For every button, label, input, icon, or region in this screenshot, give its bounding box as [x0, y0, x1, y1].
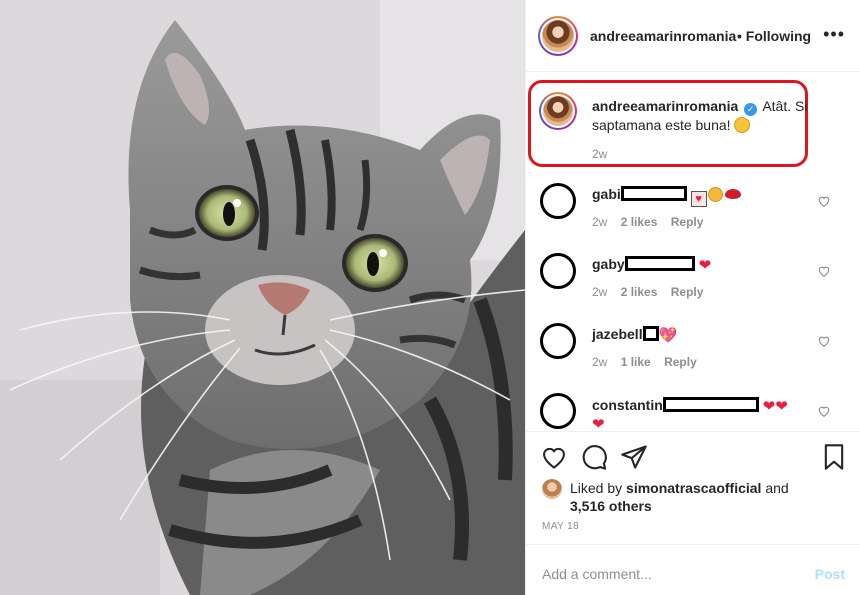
smile-emoji-icon	[707, 187, 723, 202]
comment-likes[interactable]: 2 likes	[621, 215, 658, 229]
wink-emoji-icon	[734, 117, 751, 133]
comment-line: constantin ❤❤ ❤	[592, 396, 788, 431]
redaction-box	[624, 256, 695, 271]
reply-button[interactable]: Reply	[671, 285, 704, 299]
comment-line: gaby ❤	[592, 256, 711, 273]
comment-bubble-icon[interactable]	[580, 443, 608, 471]
caption-time: 2w	[592, 147, 608, 161]
commenter-username[interactable]: gaby	[592, 256, 625, 272]
comment-line: gabi ♥	[592, 186, 741, 207]
add-comment-input[interactable]: Add a comment...	[542, 566, 652, 582]
liked-by-and: and	[765, 480, 789, 496]
commenter-avatar[interactable]	[540, 183, 576, 219]
reply-button[interactable]: Reply	[664, 355, 697, 369]
post-date[interactable]: MAY 18	[542, 521, 579, 532]
comment-item: jazebell 💖 2w 1 like Reply	[526, 323, 860, 393]
caption-text-block: andreeamarinromania ✓ Atât. Si saptamana…	[592, 97, 817, 135]
liked-by-user[interactable]: simonatrascaofficial	[626, 480, 761, 496]
comment-line: jazebell 💖	[592, 326, 677, 343]
comment-likes[interactable]: 1 like	[621, 355, 651, 369]
like-heart-icon[interactable]	[817, 194, 831, 208]
comment-time: 2w	[592, 285, 608, 299]
bookmark-save-icon[interactable]	[820, 443, 848, 471]
like-heart-icon[interactable]	[817, 334, 831, 348]
liked-by-prefix: Liked by	[570, 480, 623, 496]
liked-by-text: Liked by simonatrascaofficial and 3,516 …	[570, 479, 805, 515]
commenter-avatar[interactable]	[540, 393, 576, 429]
comment-item: constantin ❤❤ ❤	[526, 393, 860, 431]
like-heart-icon[interactable]	[817, 264, 831, 278]
red-heart-emoji-icon: ❤	[775, 398, 788, 415]
liked-by-others[interactable]: 3,516 others	[570, 498, 652, 514]
comment-item: gaby ❤ 2w 2 likes Reply	[526, 253, 860, 323]
commenter-avatar[interactable]	[540, 323, 576, 359]
commenter-username[interactable]: jazebell	[592, 326, 643, 342]
reply-button[interactable]: Reply	[671, 215, 704, 229]
caption-username[interactable]: andreeamarinromania	[592, 98, 738, 114]
comment-time: 2w	[592, 215, 608, 229]
commenter-username[interactable]: constantin	[592, 397, 663, 413]
redaction-box	[662, 397, 759, 412]
kiss-lips-emoji-icon	[724, 189, 741, 199]
like-heart-icon[interactable]	[540, 443, 568, 471]
red-heart-emoji-icon: ❤	[698, 257, 712, 274]
comment-time: 2w	[592, 355, 608, 369]
sparkle-heart-emoji-icon: 💖	[658, 327, 678, 344]
post-comment-button[interactable]: Post	[815, 566, 845, 582]
post-actions: Liked by simonatrascaofficial and 3,516 …	[526, 431, 860, 543]
redaction-box	[642, 326, 659, 341]
liker-avatar[interactable]	[542, 479, 562, 499]
commenter-username[interactable]: gabi	[592, 186, 621, 202]
more-dots-icon[interactable]: •••	[823, 24, 845, 45]
cat-image	[0, 0, 525, 595]
like-heart-icon[interactable]	[817, 404, 831, 418]
commenter-avatar[interactable]	[540, 253, 576, 289]
heart-emoji-icon: ♥	[690, 191, 707, 207]
caption-avatar[interactable]	[539, 92, 577, 130]
comment-meta: 2w 2 likes Reply	[592, 215, 713, 229]
following-button[interactable]: • Following	[737, 28, 811, 44]
comment-likes[interactable]: 2 likes	[621, 285, 658, 299]
post-side-panel: andreeamarinromania • Following ••• andr…	[525, 0, 860, 595]
comment-meta: 2w 1 like Reply	[592, 355, 707, 369]
redaction-box	[620, 186, 687, 201]
comment-meta: 2w 2 likes Reply	[592, 285, 713, 299]
post-photo[interactable]	[0, 0, 525, 595]
verified-badge-icon: ✓	[744, 103, 758, 116]
share-send-icon[interactable]	[620, 443, 648, 471]
comment-item: gabi ♥ 2w 2 likes Reply	[526, 183, 860, 253]
author-avatar[interactable]	[538, 16, 578, 56]
add-comment-bar: Add a comment... Post	[526, 544, 860, 595]
red-heart-emoji-icon: ❤	[762, 398, 776, 415]
red-heart-emoji-icon: ❤	[592, 416, 605, 431]
author-username[interactable]: andreeamarinromania	[590, 28, 736, 44]
post-header: andreeamarinromania • Following •••	[526, 0, 860, 72]
